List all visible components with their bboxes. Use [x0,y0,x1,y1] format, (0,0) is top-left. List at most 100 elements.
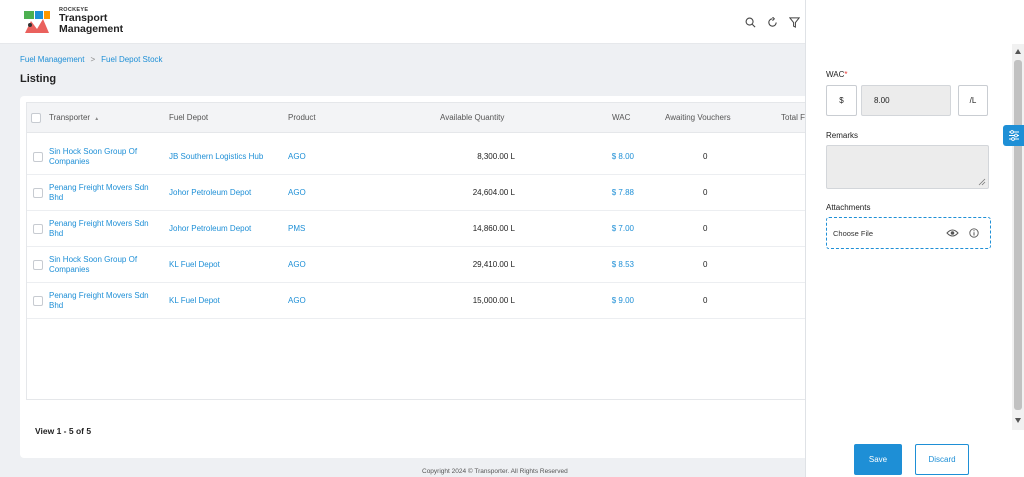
scroll-up-icon[interactable] [1015,49,1021,54]
breadcrumb-fuel-depot-stock[interactable]: Fuel Depot Stock [101,55,162,64]
wac-label: WAC* [826,70,848,79]
wac-label-text: WAC [826,70,845,79]
wac-value[interactable]: $ 7.88 [612,188,634,197]
currency-prefix: $ [826,85,857,116]
col-total[interactable]: Total F [781,113,805,122]
transporter-link[interactable]: Sin Hock Soon Group Of Companies [49,147,137,167]
wac-value[interactable]: $ 8.53 [612,260,634,269]
wac-value[interactable]: $ 7.00 [612,224,634,233]
remarks-textarea[interactable] [826,145,989,189]
table-row[interactable]: Penang Freight Movers Sdn Bhd Johor Petr… [27,175,819,211]
col-awaiting-vouchers[interactable]: Awaiting Vouchers [665,113,731,122]
choose-file-button[interactable]: Choose File [833,229,873,238]
refresh-icon[interactable] [765,15,779,29]
page-title: Listing [20,73,57,85]
table-row[interactable]: Sin Hock Soon Group Of Companies JB Sout… [27,139,819,175]
row-checkbox[interactable] [33,260,43,270]
scrollbar-thumb[interactable] [1014,60,1022,410]
sort-ascending-icon[interactable]: ▲ [94,116,99,122]
transporter-link[interactable]: Sin Hock Soon Group Of Companies [49,255,137,275]
available-quantity: 24,604.00 L [472,188,515,197]
brand: ROCKEYE Transport Management [59,7,123,35]
breadcrumb-separator: > [90,55,96,64]
unit-suffix: /L [958,85,988,116]
product-link[interactable]: PMS [288,224,305,233]
available-quantity: 14,860.00 L [472,224,515,233]
discard-button[interactable]: Discard [915,444,969,475]
transporter-line1: Sin Hock Soon Group Of [49,255,138,264]
transporter-line2: Bhd [49,301,64,310]
awaiting-vouchers: 0 [703,260,708,269]
attachments-label: Attachments [826,203,871,212]
col-product[interactable]: Product [288,113,316,122]
col-available-quantity[interactable]: Available Quantity [440,113,504,122]
panel-scrollbar[interactable] [1012,44,1024,430]
transporter-line1: Penang Freight Movers Sdn [49,219,149,228]
settings-sliders-tab[interactable] [1003,125,1024,146]
awaiting-vouchers: 0 [703,224,708,233]
wac-input[interactable]: 8.00 [861,85,951,116]
scroll-down-icon[interactable] [1015,418,1021,423]
available-quantity: 15,000.00 L [472,296,515,305]
transporter-link[interactable]: Penang Freight Movers Sdn Bhd [49,183,149,203]
breadcrumb: Fuel Management > Fuel Depot Stock [20,55,163,64]
transporter-link[interactable]: Penang Freight Movers Sdn Bhd [49,219,149,239]
row-checkbox[interactable] [33,152,43,162]
fuel-depot-link[interactable]: Johor Petroleum Depot [169,224,251,233]
required-marker: * [844,70,848,79]
filter-icon[interactable] [787,15,801,29]
available-quantity: 29,410.00 L [472,260,515,269]
transporter-line1: Penang Freight Movers Sdn [49,183,149,192]
available-quantity: 8,300.00 L [477,152,515,161]
breadcrumb-fuel-management[interactable]: Fuel Management [20,55,84,64]
product-link[interactable]: AGO [288,296,306,305]
fuel-depot-link[interactable]: Johor Petroleum Depot [169,188,251,197]
fuel-depot-link[interactable]: KL Fuel Depot [169,296,220,305]
listing-table: Transporter ▲ Fuel Depot Product Availab… [26,102,820,400]
transporter-line2: Companies [49,157,90,166]
listing-card: Transporter ▲ Fuel Depot Product Availab… [20,96,820,458]
table-row[interactable]: Penang Freight Movers Sdn Bhd KL Fuel De… [27,283,819,319]
wac-value[interactable]: $ 8.00 [612,152,634,161]
attachment-dropzone[interactable]: Choose File [826,217,991,249]
eye-icon[interactable] [946,228,959,240]
pagination-info: View 1 - 5 of 5 [35,426,92,436]
remarks-label: Remarks [826,131,859,140]
awaiting-vouchers: 0 [703,296,708,305]
product-link[interactable]: AGO [288,152,306,161]
table-row[interactable]: Sin Hock Soon Group Of Companies KL Fuel… [27,247,819,283]
col-transporter[interactable]: Transporter ▲ [49,113,99,122]
copyright-text: Copyright 2024 © Transporter. All Rights… [422,468,568,475]
header-icons [743,15,801,29]
col-wac[interactable]: WAC [612,113,630,122]
resize-handle-icon[interactable] [978,178,986,186]
row-checkbox[interactable] [33,224,43,234]
transporter-link[interactable]: Penang Freight Movers Sdn Bhd [49,291,149,311]
brand-title-line2: Management [59,23,124,35]
info-icon[interactable] [969,228,979,240]
table-row[interactable]: Penang Freight Movers Sdn Bhd Johor Petr… [27,211,819,247]
wac-value[interactable]: $ 9.00 [612,296,634,305]
row-checkbox[interactable] [33,296,43,306]
app-logo[interactable] [22,7,52,37]
fuel-depot-link[interactable]: KL Fuel Depot [169,260,220,269]
transporter-line2: Bhd [49,229,64,238]
save-button[interactable]: Save [854,444,902,475]
transporter-line2: Companies [49,265,90,274]
transporter-line1: Sin Hock Soon Group Of [49,147,138,156]
col-transporter-label: Transporter [49,113,91,122]
product-link[interactable]: AGO [288,260,306,269]
transporter-line2: Bhd [49,193,64,202]
product-link[interactable]: AGO [288,188,306,197]
fuel-depot-link[interactable]: JB Southern Logistics Hub [169,152,263,161]
table-header: Transporter ▲ Fuel Depot Product Availab… [27,103,819,133]
sliders-icon [1008,130,1019,141]
awaiting-vouchers: 0 [703,188,708,197]
search-icon[interactable] [743,15,757,29]
col-fuel-depot[interactable]: Fuel Depot [169,113,208,122]
edit-side-panel: WAC* $ 8.00 /L Remarks Attachments Choos… [805,0,1024,477]
transporter-line1: Penang Freight Movers Sdn [49,291,149,300]
select-all-checkbox[interactable] [31,113,41,123]
row-checkbox[interactable] [33,188,43,198]
awaiting-vouchers: 0 [703,152,708,161]
